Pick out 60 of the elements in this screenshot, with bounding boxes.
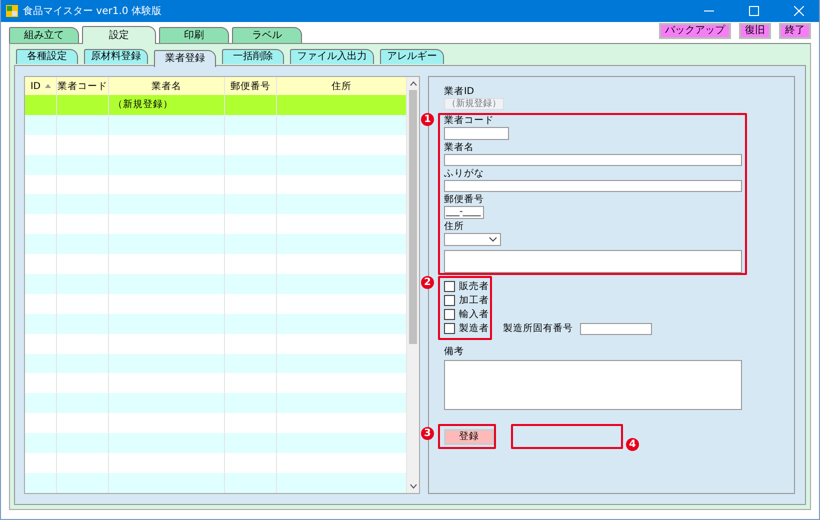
empty-row[interactable] — [25, 194, 407, 214]
app-icon — [6, 5, 18, 17]
highlight-frame — [438, 424, 496, 449]
notes-field[interactable] — [444, 360, 742, 410]
checkbox-label: 販売者 — [459, 281, 489, 292]
empty-row[interactable] — [25, 433, 407, 454]
sub-tab[interactable]: アレルギー — [380, 49, 444, 64]
field-label: 業者ID — [444, 86, 474, 97]
sub-tab[interactable]: 一括削除 — [222, 49, 284, 64]
field-label: 製造所固有番号 — [503, 323, 573, 334]
prefecture-dropdown[interactable] — [444, 233, 501, 246]
empty-row[interactable] — [25, 393, 407, 414]
table-row[interactable]: （新規登録） — [25, 95, 407, 115]
input-field[interactable] — [444, 154, 742, 166]
scrollbar[interactable] — [407, 77, 419, 493]
main-tab[interactable]: 印刷 — [159, 27, 229, 43]
sub-tab[interactable]: 業者登録 — [154, 50, 216, 67]
sub-tab[interactable]: 原材料登録 — [84, 49, 148, 64]
input-field[interactable] — [444, 127, 509, 140]
checkbox-label: 加工者 — [459, 295, 489, 306]
close-icon[interactable] — [794, 6, 804, 16]
input-field[interactable] — [444, 180, 742, 192]
empty-row[interactable] — [25, 234, 407, 254]
sort-icon — [44, 84, 51, 88]
checkbox[interactable] — [444, 295, 455, 306]
field-label: 業者コード — [444, 115, 494, 126]
chevron-down-icon — [489, 237, 497, 242]
toolbar-button[interactable]: バックアップ — [659, 23, 731, 39]
scroll-down-icon[interactable] — [410, 484, 416, 489]
scroll-up-icon[interactable] — [410, 81, 416, 86]
sub-tab[interactable]: 各種設定 — [16, 49, 78, 64]
scroll-thumb[interactable] — [409, 90, 417, 344]
id-value: （新規登録） — [444, 98, 504, 110]
maximize-icon[interactable] — [749, 6, 759, 16]
empty-row[interactable] — [25, 154, 407, 175]
main-tab[interactable]: 設定 — [82, 26, 156, 44]
postal-code-field[interactable]: ___-____ — [444, 206, 484, 219]
checkbox-label: 製造者 — [459, 323, 489, 334]
field-label: 備考 — [444, 346, 464, 357]
window-title: 食品マイスター ver1.0 体験版 — [23, 5, 162, 18]
toolbar-button[interactable]: 終了 — [779, 23, 811, 39]
checkbox[interactable] — [444, 309, 455, 320]
empty-row[interactable] — [25, 354, 407, 374]
input-field[interactable] — [580, 322, 652, 334]
field-label: 郵便番号 — [444, 194, 484, 205]
checkbox-label: 輸入者 — [459, 309, 489, 320]
checkbox[interactable] — [444, 323, 455, 334]
address-field[interactable] — [444, 250, 742, 273]
main-tab[interactable]: 組み立て — [9, 27, 79, 43]
sub-tab[interactable]: ファイル入出力 — [290, 49, 374, 64]
empty-row[interactable] — [25, 314, 407, 334]
field-label: ふりがな — [444, 168, 484, 179]
register-button[interactable]: 登録 — [444, 429, 494, 445]
checkbox[interactable] — [444, 281, 455, 292]
empty-row[interactable] — [25, 114, 407, 135]
field-label: 業者名 — [444, 142, 474, 153]
main-tab[interactable]: ラベル — [232, 27, 302, 43]
toolbar-button[interactable]: 復旧 — [739, 23, 771, 39]
empty-row[interactable] — [25, 274, 407, 294]
field-label: 住所 — [444, 221, 464, 232]
